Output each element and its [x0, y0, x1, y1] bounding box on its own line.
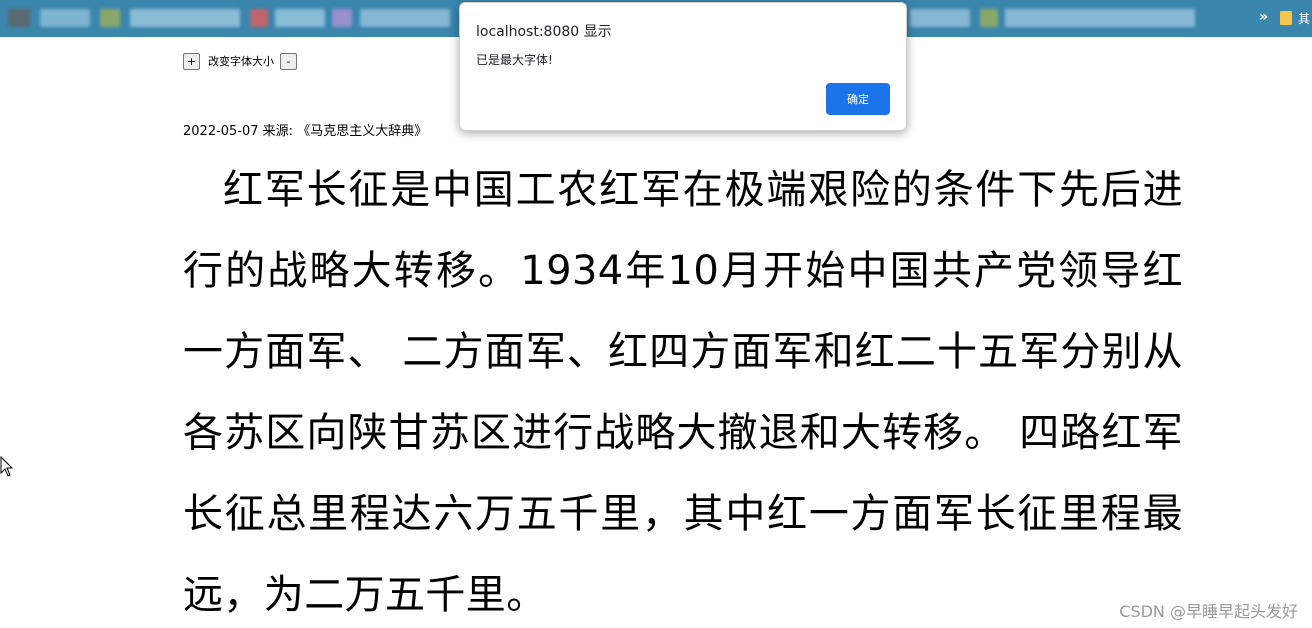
font-size-controls: + 改变字体大小 - [183, 52, 297, 70]
blurred-bookmark[interactable] [332, 9, 352, 27]
bookmarks-overflow-icon[interactable]: » [1259, 9, 1268, 25]
blurred-bookmark[interactable] [980, 9, 998, 27]
bookmark-folder-label[interactable]: 其 [1298, 10, 1310, 27]
article-meta: 2022-05-07 来源: 《马克思主义大辞典》 [183, 124, 428, 139]
bookmark-folder-icon[interactable] [1280, 11, 1292, 25]
blurred-bookmark[interactable] [250, 9, 268, 27]
blurred-bookmark[interactable] [8, 9, 30, 27]
alert-message: 已是最大字体! [476, 53, 553, 67]
blurred-bookmark[interactable] [40, 9, 90, 27]
blurred-bookmark[interactable] [275, 9, 325, 27]
increase-font-button[interactable]: + [183, 52, 200, 70]
decrease-font-button[interactable]: - [280, 52, 297, 70]
alert-title: localhost:8080 显示 [476, 24, 612, 40]
blurred-bookmark[interactable] [910, 9, 970, 27]
blurred-bookmark[interactable] [100, 9, 120, 27]
blurred-bookmark[interactable] [130, 9, 240, 27]
alert-ok-button[interactable]: 确定 [826, 83, 890, 115]
mouse-cursor-icon [0, 456, 14, 477]
watermark: CSDN @早睡早起头发好 [1119, 602, 1298, 621]
blurred-bookmark[interactable] [360, 9, 450, 27]
blurred-bookmark[interactable] [1005, 9, 1195, 27]
article-body: 红军长征是中国工农红军在极端艰险的条件下先后进行的战略大转移。1934年10月开… [183, 167, 1183, 618]
font-size-label: 改变字体大小 [208, 55, 274, 68]
alert-dialog: localhost:8080 显示 已是最大字体! 确定 [459, 2, 907, 131]
